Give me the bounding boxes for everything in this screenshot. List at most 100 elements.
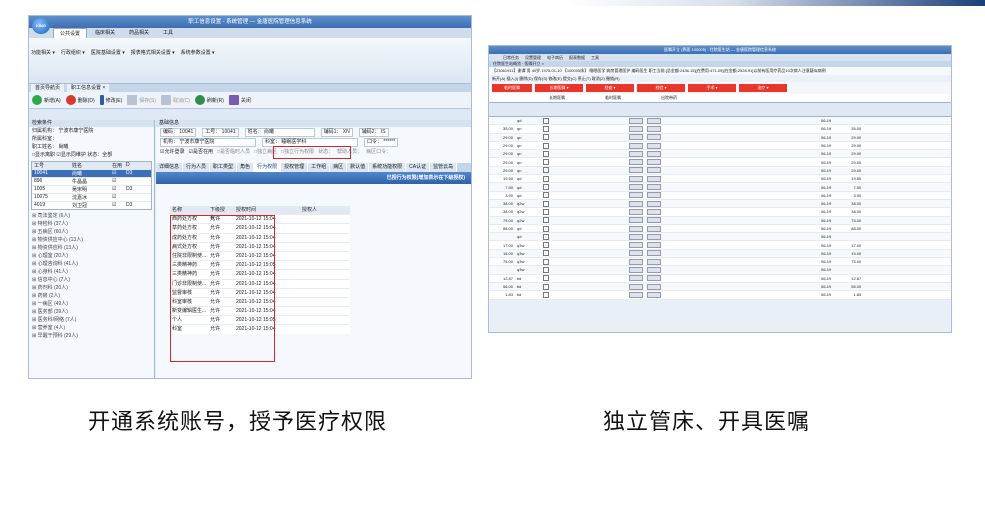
- filter-discharge[interactable]: 出院带药: [661, 94, 677, 102]
- table-row[interactable]: 88.00 qd 06-19 88.00: [489, 225, 951, 234]
- table-row[interactable]: 1005 吴宋明 ☑ D3: [32, 185, 151, 193]
- table-row[interactable]: 56.00 tid 06-19 56.00: [489, 282, 951, 292]
- tab-ca[interactable]: CA认证: [406, 163, 431, 172]
- row-checkbox[interactable]: [543, 258, 549, 265]
- row-action-button[interactable]: [629, 142, 643, 149]
- row-action-button[interactable]: [629, 217, 643, 224]
- table-row[interactable]: 7.50 qd 06-19 7.50: [489, 183, 951, 192]
- tab-public-settings[interactable]: 公共设置: [53, 28, 88, 38]
- tree-item[interactable]: ⊞ 药剂科 (20人): [29, 284, 154, 292]
- row-checkbox[interactable]: [543, 225, 549, 232]
- table-row[interactable]: 29.00 qn 06-19 29.00: [489, 133, 951, 142]
- tab-supervision[interactable]: 监管云岛: [430, 163, 458, 172]
- table-row[interactable]: 35.00 qn 06-19 35.00: [489, 125, 951, 134]
- tab-system-function[interactable]: 系统功能权限: [369, 163, 407, 172]
- row-action-button[interactable]: [629, 159, 643, 166]
- row-action-button[interactable]: [647, 134, 661, 141]
- exam-button[interactable]: 检查 ▾: [586, 84, 634, 92]
- row-action-button[interactable]: [647, 291, 661, 298]
- temporary-order-button[interactable]: 临时医嘱: [492, 84, 532, 92]
- row-action-button[interactable]: [647, 283, 661, 290]
- row-action-button[interactable]: [629, 242, 643, 249]
- menu-item[interactable]: 日常任务: [503, 54, 519, 61]
- row-action-button[interactable]: [629, 258, 643, 265]
- in-use-checkbox[interactable]: ☑是否在用: [188, 147, 212, 157]
- tab-authorization[interactable]: 授权管理: [281, 163, 309, 172]
- row-action-button[interactable]: [629, 167, 643, 174]
- name-field[interactable]: 姓名： 尚曦: [244, 128, 315, 137]
- tab-drugs[interactable]: 药品相关: [123, 28, 155, 38]
- row-action-button[interactable]: [647, 175, 661, 182]
- row-action-button[interactable]: [647, 150, 661, 157]
- filter-long-term[interactable]: 长期医嘱: [549, 94, 565, 102]
- table-row[interactable]: qd 06-19: [489, 117, 951, 126]
- treatment-button[interactable]: 治疗 ▾: [739, 84, 787, 92]
- tree-item[interactable]: ⊞ 心身科 (41人): [29, 268, 154, 276]
- ribbon-item-hospital-basic[interactable]: 医院基础设置 ▾: [91, 48, 125, 83]
- tree-item[interactable]: ⊞ 医务部 (39人): [29, 308, 154, 316]
- allow-login-checkbox[interactable]: ☑允许登录: [160, 147, 184, 157]
- row-checkbox[interactable]: [543, 233, 549, 240]
- row-checkbox[interactable]: [543, 175, 549, 182]
- row-action-button[interactable]: [647, 159, 661, 166]
- row-action-button[interactable]: [629, 208, 643, 215]
- staff-id-field[interactable]: 工号： 10041: [202, 128, 239, 137]
- temp-staff-checkbox[interactable]: □是否临时人员: [217, 147, 250, 157]
- row-action-button[interactable]: [647, 192, 661, 199]
- row-action-button[interactable]: [629, 150, 643, 157]
- tree-item[interactable]: ⊞ 早醒干预科 (29人): [29, 332, 154, 340]
- tab-defaults[interactable]: 默认值: [347, 163, 370, 172]
- tab-behavior-permission[interactable]: 行为权限: [254, 163, 282, 172]
- row-action-button[interactable]: [629, 200, 643, 207]
- tree-item[interactable]: ⊞ 物资供应科 (13人): [29, 244, 154, 252]
- filter-name[interactable]: 职工姓名： 尚曦: [29, 143, 154, 151]
- row-checkbox[interactable]: [543, 150, 549, 157]
- col-name[interactable]: 姓名: [72, 162, 112, 169]
- row-action-button[interactable]: [647, 117, 661, 124]
- tree-item[interactable]: ⊞ 一病区 (49人): [29, 300, 154, 308]
- tab-ward[interactable]: 病区: [330, 163, 348, 172]
- ribbon-item-org[interactable]: 行政组织 ▾: [61, 48, 85, 83]
- table-row[interactable]: 29.00 qn 06-19 29.00: [489, 166, 951, 176]
- row-checkbox[interactable]: [543, 200, 549, 207]
- row-action-button[interactable]: [647, 125, 661, 132]
- row-checkbox[interactable]: [543, 250, 549, 257]
- delete-button[interactable]: 删除(D): [65, 95, 95, 105]
- table-row[interactable]: 19.50 qd 06-19 19.50: [489, 175, 951, 184]
- tree-item[interactable]: ⊞ 营养室 (4人): [29, 324, 154, 332]
- row-action-button[interactable]: [629, 266, 643, 273]
- row-action-button[interactable]: [629, 192, 643, 199]
- tree-item[interactable]: ⊞ 五病区 (60人): [29, 228, 154, 236]
- ribbon-item-function[interactable]: 功能相关 ▾: [31, 48, 55, 83]
- table-row[interactable]: 1.83 tid 06-19 1.83: [489, 291, 951, 300]
- row-action-button[interactable]: [629, 275, 643, 282]
- password-field[interactable]: 口令： ******: [364, 138, 399, 147]
- filter-org[interactable]: 归属机构： 宁波市康宁医院: [29, 127, 154, 135]
- menu-item[interactable]: 设置管理: [525, 54, 541, 61]
- row-checkbox[interactable]: [543, 208, 549, 215]
- ribbon-item-report-format[interactable]: 报表格式相关设置 ▾: [131, 48, 175, 83]
- table-row[interactable]: 29.00 qn 06-19 29.00: [489, 158, 951, 167]
- table-row[interactable]: 38.00 q2w 06-19 38.00: [489, 199, 951, 209]
- row-action-button[interactable]: [647, 217, 661, 224]
- row-action-button[interactable]: [629, 134, 643, 141]
- table-row[interactable]: 29.00 qn 06-19 29.00: [489, 150, 951, 159]
- tree-item[interactable]: ⊞ 特检科 (37人): [29, 220, 154, 228]
- aux-code-1-field[interactable]: 辅码1： XN: [320, 128, 353, 137]
- menu-item[interactable]: 电子病历: [547, 54, 563, 61]
- row-action-button[interactable]: [647, 258, 661, 265]
- row-action-button[interactable]: [629, 175, 643, 182]
- doc-tab-staff-settings[interactable]: 职工信息设置 ×: [67, 84, 110, 92]
- doc-tab-home[interactable]: 首页导航页: [31, 84, 65, 92]
- row-action-button[interactable]: [629, 283, 643, 290]
- row-action-button[interactable]: [647, 184, 661, 191]
- table-row[interactable]: 10075 沈嘉冰 ☑: [32, 193, 151, 201]
- row-checkbox[interactable]: [543, 184, 549, 191]
- code-field[interactable]: 编码： 10041: [160, 128, 197, 137]
- filter-temporary[interactable]: 临时医嘱: [605, 94, 621, 102]
- menu-item[interactable]: 工具: [591, 54, 599, 61]
- tree-item[interactable]: ⊞ 心理咨询科 (41人): [29, 260, 154, 268]
- row-action-button[interactable]: [647, 142, 661, 149]
- filter-dept[interactable]: 所属科室：: [29, 135, 154, 143]
- ribbon-item-system-params[interactable]: 系统参数设置 ▾: [181, 48, 215, 83]
